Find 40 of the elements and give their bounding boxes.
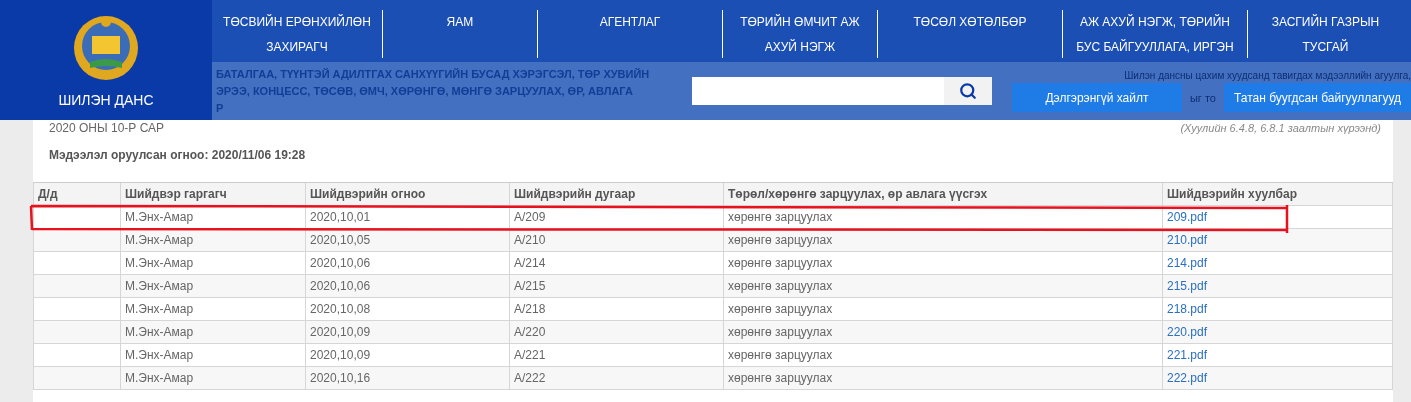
column-header: Шийдвэрийн дугаар (510, 183, 724, 206)
column-header: Шийдвэрийн огноо (306, 183, 510, 206)
column-header: Шийдвэр гаргагч (121, 183, 306, 206)
table-cell: А/222 (510, 367, 724, 390)
nav-link[interactable]: ЗАСГИЙН ГАЗРЫН ТУСГАЙ (1246, 10, 1403, 58)
dissolved-orgs-button[interactable]: Татан буугдсан байгууллагууд (1223, 83, 1411, 112)
law-note: (Хуулийн 6.4.8, 6.8.1 заалтын хүрээнд) (1180, 122, 1381, 134)
file-link[interactable]: 214.pdf (1167, 256, 1208, 270)
nav-link[interactable]: ТӨРИЙН ӨМЧИТ АЖ АХУЙ НЭГЖ (721, 10, 877, 58)
table-cell: 2020,10,01 (306, 206, 510, 229)
search-field[interactable] (691, 77, 944, 105)
table-cell: М.Энх-Амар (121, 367, 306, 390)
nav-link[interactable]: АЖ АХУЙ НЭГЖ, ТӨРИЙН БУС БАЙГУУЛЛАГА, ИРГЭН (1061, 10, 1247, 58)
nav-link[interactable]: АГЕНТЛАГ (536, 10, 722, 58)
nav-link[interactable]: ТӨСӨЛ ХӨТӨЛБӨР (876, 10, 1062, 58)
file-link[interactable]: 215.pdf (1167, 279, 1208, 293)
search-icon (958, 82, 977, 100)
column-header: Төрөл/хөрөнгө зарцуулах, өр авлага үүсгэх (724, 183, 1163, 206)
column-header: Д/д (33, 183, 121, 206)
file-link[interactable]: 210.pdf (1167, 233, 1208, 247)
nav-link[interactable]: ТӨСВИЙН ЕРӨНХИЙЛӨН ЗАХИРАГЧ (211, 10, 382, 58)
notice-fragment: ыг то (1189, 91, 1216, 104)
search-button[interactable] (943, 77, 992, 105)
updated-date: Мэдээлэл оруулсан огноо: 2020/11/06 19:28 (48, 147, 307, 164)
file-link[interactable]: 220.pdf (1167, 325, 1208, 339)
file-link[interactable]: 222.pdf (1167, 371, 1208, 385)
table-cell: А/209 (510, 206, 724, 229)
file-link[interactable]: 218.pdf (1167, 302, 1208, 316)
table-cell: хөрөнгө зарцуулах (724, 206, 1163, 229)
logo-panel[interactable]: ШИЛЭН ДАНС (0, 0, 212, 120)
file-link[interactable]: 221.pdf (1167, 348, 1208, 362)
table-cell: хөрөнгө зарцуулах (724, 367, 1163, 390)
notice-text: Шилэн дансны цахим хуудсанд тавигдах мэдээллийн агуулга, (1124, 70, 1411, 81)
period-text: 2020 ОНЫ 10-Р САР (49, 121, 165, 135)
table-cell: 2020,10,16 (306, 367, 510, 390)
file-link[interactable]: 209.pdf (1167, 210, 1208, 224)
advanced-search-button[interactable]: Дэлгэрэнгүй хайлт (1011, 83, 1182, 112)
logo-text: ШИЛЭН ДАНС (58, 92, 154, 108)
nav-link[interactable]: ЯАМ (381, 10, 537, 58)
table-cell: М.Энх-Амар (121, 206, 306, 229)
